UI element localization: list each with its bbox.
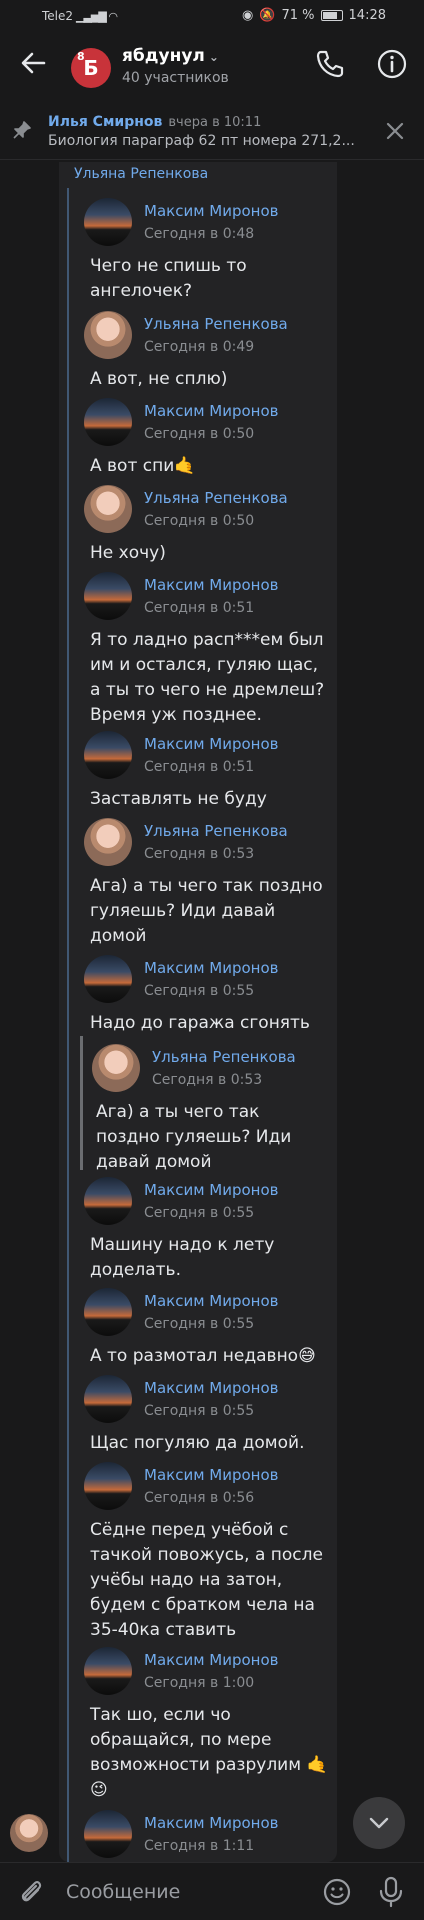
scroll-down-button[interactable] <box>353 1797 405 1849</box>
avatar[interactable] <box>84 818 132 866</box>
pinned-time: вчера в 10:11 <box>168 115 262 130</box>
message-text: Чего не спишь то ангелочек? <box>90 256 247 301</box>
avatar[interactable] <box>84 1647 132 1695</box>
message-text: Надо до гаража сгонять <box>90 1013 310 1033</box>
avatar[interactable] <box>84 572 132 620</box>
message-author[interactable]: Максим Миронов <box>144 1466 279 1484</box>
message-author[interactable]: Максим Миронов <box>144 1379 279 1397</box>
phone-icon[interactable] <box>312 46 348 82</box>
forward-bar <box>67 188 69 1888</box>
message-text: Ага) а ты чего так поздно гуляешь? Иди д… <box>90 876 323 946</box>
quote-author: Ульяна Репенкова <box>152 1048 296 1066</box>
message-text: Заставлять не буду <box>90 789 267 809</box>
avatar[interactable] <box>84 1462 132 1510</box>
avatar[interactable] <box>84 1810 132 1858</box>
chat-title-text: ябдунул <box>122 46 205 66</box>
message-time: Сегодня в 0:50 <box>144 426 255 442</box>
eye-icon: ◉ <box>241 8 254 23</box>
mute-icon: 🔕 <box>259 8 276 23</box>
quote-text: Ага) а ты чего так поздно гуляешь? Иди д… <box>96 1102 292 1172</box>
message-time: Сегодня в 0:51 <box>144 759 255 775</box>
members-count: 40 участников <box>122 70 229 86</box>
message-author[interactable]: Максим Миронов <box>144 1292 279 1310</box>
info-icon[interactable] <box>374 46 410 82</box>
message-time: Сегодня в 0:55 <box>144 1316 255 1332</box>
avatar <box>92 1044 140 1092</box>
battery-icon <box>320 10 343 21</box>
message-composer <box>0 1862 424 1920</box>
message-author[interactable]: Максим Миронов <box>144 402 279 420</box>
avatar[interactable] <box>84 311 132 359</box>
message-text: Не хочу) <box>90 543 166 563</box>
status-bar: Tele2 ▁▃▅▇ ◠ ◉ 🔕 71 % 14:28 <box>0 0 424 34</box>
message-author[interactable]: Максим Миронов <box>144 576 279 594</box>
paperclip-icon[interactable] <box>16 1877 46 1907</box>
message-text: Сёдне перед учёбой с тачкой повожусь, а … <box>90 1520 323 1640</box>
message-text: Так шо, если чо обращайся, по мере возмо… <box>90 1705 328 1800</box>
chat-avatar-letter: Б <box>83 56 99 80</box>
message-author[interactable]: Ульяна Репенкова <box>144 315 288 333</box>
battery-percent: 71 % <box>281 8 315 23</box>
avatar[interactable] <box>84 1177 132 1225</box>
avatar[interactable] <box>84 1375 132 1423</box>
message-author[interactable]: Максим Миронов <box>144 202 279 220</box>
message-input[interactable] <box>66 1875 306 1909</box>
microphone-icon[interactable] <box>378 1876 404 1908</box>
pin-icon <box>13 121 31 139</box>
message-author[interactable]: Максим Миронов <box>144 1814 279 1832</box>
quote-bar <box>80 1036 83 1170</box>
pinned-author-name: Илья Смирнов <box>48 114 163 130</box>
pinned-text: Биология параграф 62 пт номера 271,2... <box>48 133 355 149</box>
pinned-message[interactable]: Илья Смирнов вчера в 10:11 Биология параг… <box>0 100 424 160</box>
status-right: ◉ 🔕 71 % 14:28 <box>242 8 386 23</box>
close-icon[interactable] <box>384 120 406 142</box>
message-time: Сегодня в 1:00 <box>144 1675 255 1691</box>
clock: 14:28 <box>348 8 386 23</box>
message-author[interactable]: Ульяна Репенкова <box>144 822 288 840</box>
message-text: А вот, не сплю) <box>90 369 228 389</box>
message-time: Сегодня в 0:48 <box>144 226 255 242</box>
emoji-icon[interactable] <box>322 1877 352 1907</box>
message-text: А вот спи🤙 <box>90 456 196 476</box>
message-text: Щас погуляю да домой. <box>90 1433 305 1453</box>
message-time: Сегодня в 0:56 <box>144 1490 255 1506</box>
quote-time: Сегодня в 0:53 <box>152 1072 263 1088</box>
avatar[interactable] <box>84 485 132 533</box>
forwarded-author: Ульяна Репенкова <box>74 166 209 182</box>
back-arrow-icon[interactable] <box>18 48 48 78</box>
chevron-down-icon <box>369 1817 389 1829</box>
message-author[interactable]: Максим Миронов <box>144 735 279 753</box>
message-time: Сегодня в 0:51 <box>144 600 255 616</box>
message-author[interactable]: Ульяна Репенкова <box>144 489 288 507</box>
message-time: Сегодня в 0:55 <box>144 1205 255 1221</box>
avatar[interactable] <box>84 198 132 246</box>
chat-header: 8 Б ябдунул ⌄ 40 участников <box>0 34 424 98</box>
message-time: Сегодня в 0:55 <box>144 983 255 999</box>
sender-avatar[interactable] <box>10 1814 48 1852</box>
message-author[interactable]: Максим Миронов <box>144 1181 279 1199</box>
message-author[interactable]: Максим Миронов <box>144 1651 279 1669</box>
chat-title[interactable]: ябдунул ⌄ <box>122 46 219 66</box>
message-time: Сегодня в 0:49 <box>144 339 255 355</box>
avatar[interactable] <box>84 1288 132 1336</box>
message-text: Я то ладно расп***ем был им и остался, г… <box>90 630 325 725</box>
message-time: Сегодня в 1:11 <box>144 1838 255 1854</box>
quoted-message[interactable]: Ульяна Репенкова Сегодня в 0:53 Ага) а т… <box>80 1036 330 1172</box>
message-time: Сегодня в 0:53 <box>144 846 255 862</box>
message-text: Машину надо к лету доделать. <box>90 1235 275 1280</box>
message-time: Сегодня в 0:55 <box>144 1403 255 1419</box>
message-time: Сегодня в 0:50 <box>144 513 255 529</box>
avatar[interactable] <box>84 398 132 446</box>
message-text: А то размотал недавно😅 <box>90 1346 316 1366</box>
pinned-author: Илья Смирнов вчера в 10:11 <box>48 114 261 130</box>
signal-icon: ▁▃▅▇ ◠ <box>76 10 118 23</box>
chat-avatar[interactable]: 8 Б <box>71 48 111 88</box>
avatar[interactable] <box>84 955 132 1003</box>
message-author[interactable]: Максим Миронов <box>144 959 279 977</box>
avatar[interactable] <box>84 731 132 779</box>
carrier-label: Tele2 <box>42 9 74 23</box>
chat-avatar-badge: 8 <box>77 50 85 63</box>
chevron-down-icon: ⌄ <box>208 50 219 64</box>
